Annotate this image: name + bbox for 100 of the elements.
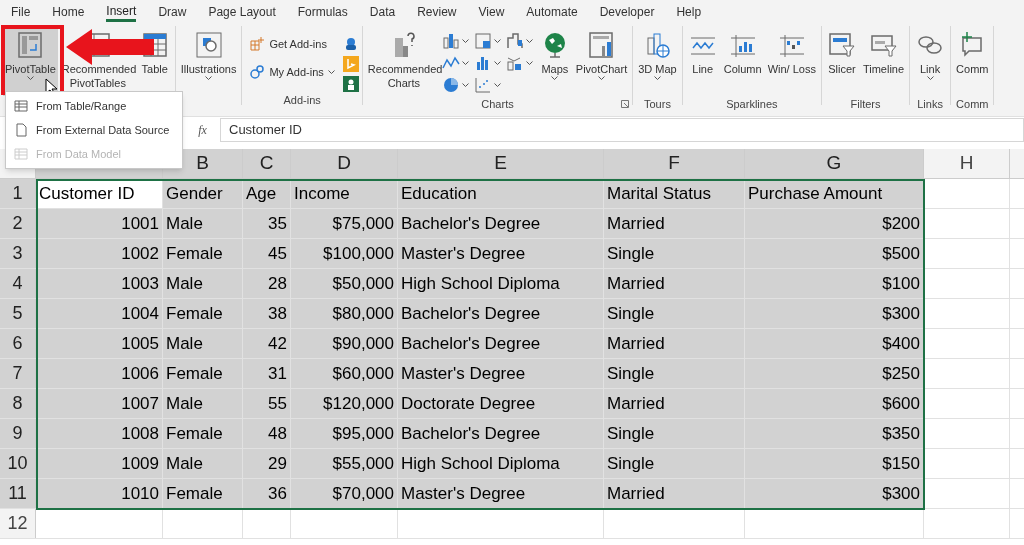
ribbon-tab[interactable]: Draw (158, 2, 187, 22)
row-header[interactable]: 1 (0, 179, 36, 208)
caret-icon (461, 38, 469, 44)
table-cell: Doctorate Degree (398, 389, 604, 418)
table-cell: $250 (745, 359, 924, 388)
bar-chart-icon (441, 32, 460, 50)
table-cell: Bachelor's Degree (398, 299, 604, 328)
formula-field[interactable]: Customer ID (220, 118, 1024, 142)
ribbon-tab[interactable]: Help (676, 2, 702, 22)
row-header[interactable]: 6 (0, 329, 36, 358)
row-header[interactable]: 10 (0, 449, 36, 478)
table-cell: Bachelor's Degree (398, 419, 604, 448)
table-cell: 1002 (36, 239, 163, 268)
ribbon-button[interactable]: Maps (537, 26, 572, 96)
table-cell: 1008 (36, 419, 163, 448)
table-cell: $600 (745, 389, 924, 418)
table-cell: Single (604, 419, 745, 448)
table-cell: Female (163, 239, 243, 268)
ribbon-button[interactable]: My Add-ins (245, 62, 339, 82)
table-cell: Female (163, 479, 243, 508)
table-cell: 1007 (36, 389, 163, 418)
table-cell: $100 (745, 269, 924, 298)
group-label: Filters (850, 97, 881, 112)
column-header[interactable]: H (924, 149, 1010, 178)
ribbon-button[interactable]: Line (685, 26, 720, 96)
row-header[interactable]: 3 (0, 239, 36, 268)
ribbon-button[interactable]: Recommended Charts (365, 26, 442, 96)
caret-icon (493, 60, 501, 66)
table-cell: 48 (243, 419, 291, 448)
row-header[interactable]: 2 (0, 209, 36, 238)
dialog-launcher-icon[interactable] (621, 100, 630, 108)
table-cell: 1009 (36, 449, 163, 478)
table-cell: 1005 (36, 329, 163, 358)
row-header[interactable]: 11 (0, 479, 36, 508)
ribbon-tab[interactable]: Automate (526, 2, 578, 22)
ribbon-tab[interactable]: Formulas (297, 2, 348, 22)
arrow-icon (66, 28, 154, 66)
row-header[interactable]: 12 (0, 509, 36, 538)
group-label: Sparklines (726, 97, 778, 112)
menu-item[interactable]: From External Data Source (6, 118, 182, 142)
pie-chart-icon (441, 76, 460, 94)
table-cell: Master's Degree (398, 479, 604, 508)
table-cell: 1010 (36, 479, 163, 508)
table-cell: $100,000 (291, 239, 398, 268)
table-cell: Female (163, 359, 243, 388)
column-header[interactable]: C (243, 149, 291, 178)
document-icon (14, 123, 28, 137)
table-icon (14, 99, 28, 113)
row-header[interactable]: 9 (0, 419, 36, 448)
ribbon-tab[interactable]: Page Layout (208, 2, 276, 22)
table-cell: Customer ID (36, 179, 163, 208)
ribbon-button[interactable]: 3D Map (636, 26, 679, 96)
function-symbol[interactable]: fx (185, 121, 220, 139)
table-cell: 45 (243, 239, 291, 268)
hierarchy-chart-button[interactable] (473, 30, 504, 52)
table-cell: $90,000 (291, 329, 398, 358)
column-header[interactable]: D (291, 149, 398, 178)
table-cell: $150 (745, 449, 924, 478)
row-header[interactable]: 5 (0, 299, 36, 328)
ribbon-tab[interactable]: Data (369, 2, 396, 22)
table-cell: Married (604, 479, 745, 508)
ribbon-tab[interactable]: Review (417, 2, 457, 22)
table-cell: Single (604, 239, 745, 268)
table-cell: $50,000 (291, 269, 398, 298)
table-cell: 1003 (36, 269, 163, 298)
table-cell: Married (604, 329, 745, 358)
table-cell: Income (291, 179, 398, 208)
table-cell: 38 (243, 299, 291, 328)
ribbon-button[interactable]: Win/ Loss (765, 26, 818, 96)
ribbon-button[interactable]: Slicer (824, 26, 859, 96)
table-cell: $500 (745, 239, 924, 268)
table-cell: Education (398, 179, 604, 208)
ribbon-tab[interactable]: Home (52, 2, 85, 22)
table-cell: 28 (243, 269, 291, 298)
ribbon-tab[interactable]: Developer (599, 2, 655, 22)
scatter-chart-icon (473, 76, 492, 94)
column-header[interactable]: E (398, 149, 604, 178)
menu-item[interactable]: From Table/Range (6, 94, 182, 118)
column-header[interactable]: G (745, 149, 924, 178)
table-cell: Single (604, 299, 745, 328)
row-header[interactable]: 7 (0, 359, 36, 388)
add-ins-icon (249, 64, 266, 80)
ribbon-button[interactable]: Column (721, 26, 764, 96)
table-cell: 29 (243, 449, 291, 478)
ribbon-button[interactable]: Get Add-ins (245, 34, 339, 54)
row-header[interactable]: 4 (0, 269, 36, 298)
ribbon-tab[interactable]: View (478, 2, 505, 22)
table-cell: Master's Degree (398, 239, 604, 268)
ribbon-button[interactable]: Link (913, 26, 948, 96)
group-label: Charts (481, 97, 514, 112)
ribbon-button[interactable]: PivotChart (573, 26, 630, 96)
row-header[interactable]: 8 (0, 389, 36, 418)
table-cell: $95,000 (291, 419, 398, 448)
column-header[interactable]: F (604, 149, 745, 178)
table-cell: $60,000 (291, 359, 398, 388)
ribbon-button[interactable]: Timeline (860, 26, 907, 96)
ribbon-tab[interactable]: File (11, 2, 31, 22)
ribbon-button[interactable]: Illustrations (178, 26, 239, 96)
ribbon-button[interactable]: Comm (954, 26, 991, 96)
table-cell: Bachelor's Degree (398, 329, 604, 358)
